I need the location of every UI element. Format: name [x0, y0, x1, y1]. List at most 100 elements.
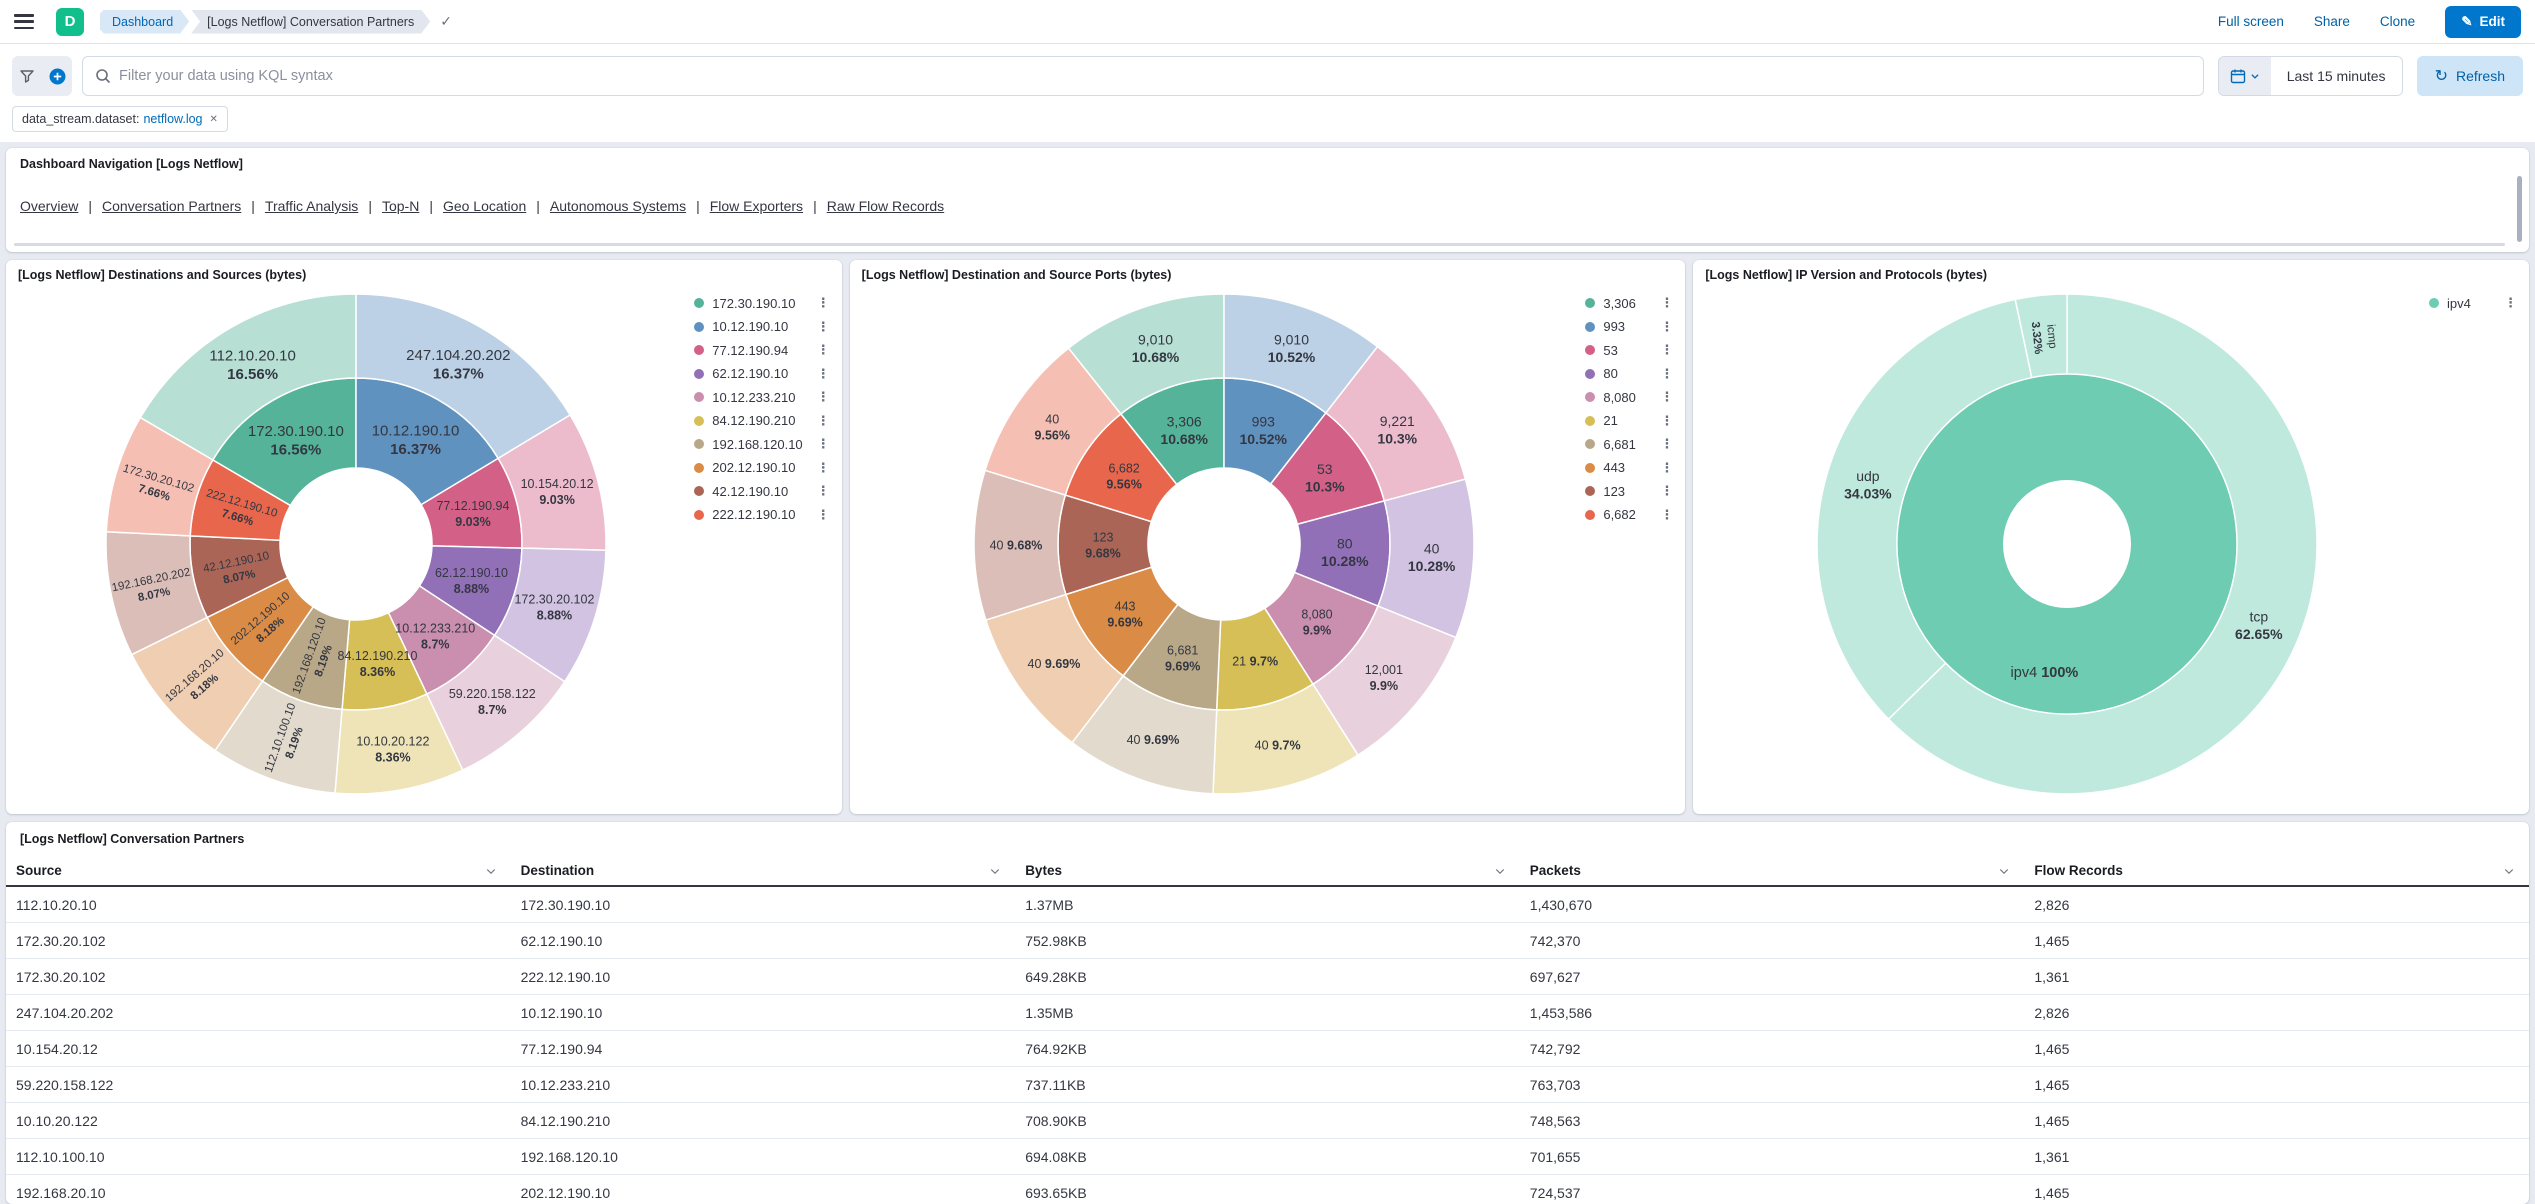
legend-item[interactable]: 8,080⋮	[1585, 390, 1673, 404]
nav-link-traffic-analysis[interactable]: Traffic Analysis	[265, 198, 358, 214]
legend-item[interactable]: ipv4⋮	[2429, 296, 2517, 310]
add-filter-icon[interactable]	[42, 56, 72, 96]
clone-button[interactable]: Clone	[2380, 14, 2415, 29]
nav-link-geo-location[interactable]: Geo Location	[443, 198, 526, 214]
legend-actions-icon[interactable]: ⋮	[1660, 345, 1673, 355]
nav-separator: |	[368, 198, 372, 214]
sort-chevron-down-icon[interactable]	[485, 865, 497, 877]
sort-chevron-down-icon[interactable]	[2503, 865, 2515, 877]
refresh-button[interactable]: ↻ Refresh	[2417, 56, 2523, 96]
sunburst-chart[interactable]: 3,30610.68%9,01010.68%99310.52%9,01010.5…	[966, 286, 1482, 802]
legend-actions-icon[interactable]: ⋮	[1660, 322, 1673, 332]
legend-actions-icon[interactable]: ⋮	[1660, 463, 1673, 473]
legend-item[interactable]: 21⋮	[1585, 414, 1673, 428]
vertical-scrollbar[interactable]	[2517, 176, 2522, 242]
column-header-source[interactable]: Source	[6, 863, 511, 878]
nav-link-top-n[interactable]: Top-N	[382, 198, 419, 214]
legend-actions-icon[interactable]: ⋮	[817, 439, 830, 449]
legend-item[interactable]: 172.30.190.10⋮	[694, 296, 829, 310]
share-button[interactable]: Share	[2314, 14, 2350, 29]
legend-item[interactable]: 6,682⋮	[1585, 508, 1673, 522]
nav-link-autonomous-systems[interactable]: Autonomous Systems	[550, 198, 686, 214]
slice-label: 40 9.68%	[989, 538, 1042, 552]
sunburst-chart[interactable]: tcp62.65%udp34.03%icmp3.32%ipv4 100%	[1809, 286, 2325, 802]
legend-item[interactable]: 62.12.190.10⋮	[694, 367, 829, 381]
filter-menu-icon[interactable]	[12, 56, 42, 96]
legend-item[interactable]: 10.12.233.210⋮	[694, 390, 829, 404]
breadcrumb-dashboard[interactable]: Dashboard	[100, 10, 189, 34]
legend-actions-icon[interactable]: ⋮	[1660, 392, 1673, 402]
legend-item[interactable]: 10.12.190.10⋮	[694, 320, 829, 334]
column-header-packets[interactable]: Packets	[1520, 863, 2025, 878]
column-header-bytes[interactable]: Bytes	[1015, 863, 1520, 878]
legend-item[interactable]: 993⋮	[1585, 320, 1673, 334]
remove-filter-icon[interactable]: ✕	[210, 114, 218, 125]
legend-item[interactable]: 443⋮	[1585, 461, 1673, 475]
legend-item[interactable]: 202.12.190.10⋮	[694, 461, 829, 475]
breadcrumb-current-page[interactable]: [Logs Netflow] Conversation Partners	[191, 10, 430, 34]
sort-chevron-down-icon[interactable]	[989, 865, 1001, 877]
legend-item[interactable]: 42.12.190.10⋮	[694, 484, 829, 498]
legend-actions-icon[interactable]: ⋮	[817, 322, 830, 332]
table-cell: 701,655	[1520, 1149, 2025, 1165]
table-cell: 763,703	[1520, 1077, 2025, 1093]
legend-item[interactable]: 6,681⋮	[1585, 437, 1673, 451]
legend-actions-icon[interactable]: ⋮	[817, 369, 830, 379]
legend-actions-icon[interactable]: ⋮	[1660, 486, 1673, 496]
legend-item[interactable]: 84.12.190.210⋮	[694, 414, 829, 428]
column-header-destination[interactable]: Destination	[511, 863, 1016, 878]
nav-link-raw-flow-records[interactable]: Raw Flow Records	[827, 198, 944, 214]
legend-actions-icon[interactable]: ⋮	[1660, 369, 1673, 379]
legend-actions-icon[interactable]: ⋮	[1660, 439, 1673, 449]
legend-item[interactable]: 80⋮	[1585, 367, 1673, 381]
legend-actions-icon[interactable]: ⋮	[1660, 298, 1673, 308]
legend-actions-icon[interactable]: ⋮	[817, 345, 830, 355]
table-cell: 1,361	[2024, 1149, 2529, 1165]
horizontal-scrollbar[interactable]	[14, 243, 2505, 246]
table-cell: 1,465	[2024, 933, 2529, 949]
column-header-flow-records[interactable]: Flow Records	[2024, 863, 2529, 878]
legend-actions-icon[interactable]: ⋮	[817, 510, 830, 520]
legend-actions-icon[interactable]: ⋮	[817, 416, 830, 426]
time-range-button[interactable]: Last 15 minutes	[2271, 57, 2402, 95]
table-cell: 202.12.190.10	[511, 1185, 1016, 1201]
kql-search-input[interactable]	[119, 68, 2191, 84]
sort-chevron-down-icon[interactable]	[1494, 865, 1506, 877]
nav-link-conversation-partners[interactable]: Conversation Partners	[102, 198, 241, 214]
legend-item[interactable]: 53⋮	[1585, 343, 1673, 357]
legend-actions-icon[interactable]: ⋮	[1660, 510, 1673, 520]
date-picker-quick-select[interactable]	[2219, 57, 2271, 95]
edit-button[interactable]: ✎ Edit	[2445, 6, 2521, 38]
legend-item[interactable]: 3,306⋮	[1585, 296, 1673, 310]
legend-label: 10.12.233.210	[712, 390, 816, 405]
panel-title[interactable]: [Logs Netflow] IP Version and Protocols …	[1705, 268, 2517, 282]
legend-item[interactable]: 192.168.120.10⋮	[694, 437, 829, 451]
nav-link-overview[interactable]: Overview	[20, 198, 78, 214]
legend-actions-icon[interactable]: ⋮	[1660, 416, 1673, 426]
date-picker: Last 15 minutes	[2218, 56, 2403, 96]
legend-item[interactable]: 222.12.190.10⋮	[694, 508, 829, 522]
menu-icon[interactable]	[14, 14, 34, 29]
sunburst-chart[interactable]: 172.30.190.1016.56%112.10.20.1016.56%10.…	[98, 286, 614, 802]
legend-item[interactable]: 77.12.190.94⋮	[694, 343, 829, 357]
nav-separator: |	[813, 198, 817, 214]
nav-separator: |	[429, 198, 433, 214]
legend-actions-icon[interactable]: ⋮	[817, 298, 830, 308]
panel-conversation-partners-table: [Logs Netflow] Conversation Partners Sou…	[6, 822, 2529, 1204]
legend-actions-icon[interactable]: ⋮	[817, 392, 830, 402]
filter-pill[interactable]: data_stream.dataset: netflow.log ✕	[12, 106, 228, 132]
full-screen-button[interactable]: Full screen	[2218, 14, 2284, 29]
legend-actions-icon[interactable]: ⋮	[2504, 298, 2517, 308]
nav-link-flow-exporters[interactable]: Flow Exporters	[710, 198, 803, 214]
panel-title[interactable]: [Logs Netflow] Destinations and Sources …	[18, 268, 830, 282]
nav-separator: |	[88, 198, 92, 214]
app-logo[interactable]: D	[56, 8, 84, 36]
panel-title[interactable]: [Logs Netflow] Destination and Source Po…	[862, 268, 1674, 282]
table-row: 112.10.100.10192.168.120.10694.08KB701,6…	[6, 1139, 2529, 1175]
sort-chevron-down-icon[interactable]	[1998, 865, 2010, 877]
legend-actions-icon[interactable]: ⋮	[817, 463, 830, 473]
legend-item[interactable]: 123⋮	[1585, 484, 1673, 498]
table-title[interactable]: [Logs Netflow] Conversation Partners	[6, 832, 2529, 846]
table-cell: 192.168.120.10	[511, 1149, 1016, 1165]
legend-actions-icon[interactable]: ⋮	[817, 486, 830, 496]
